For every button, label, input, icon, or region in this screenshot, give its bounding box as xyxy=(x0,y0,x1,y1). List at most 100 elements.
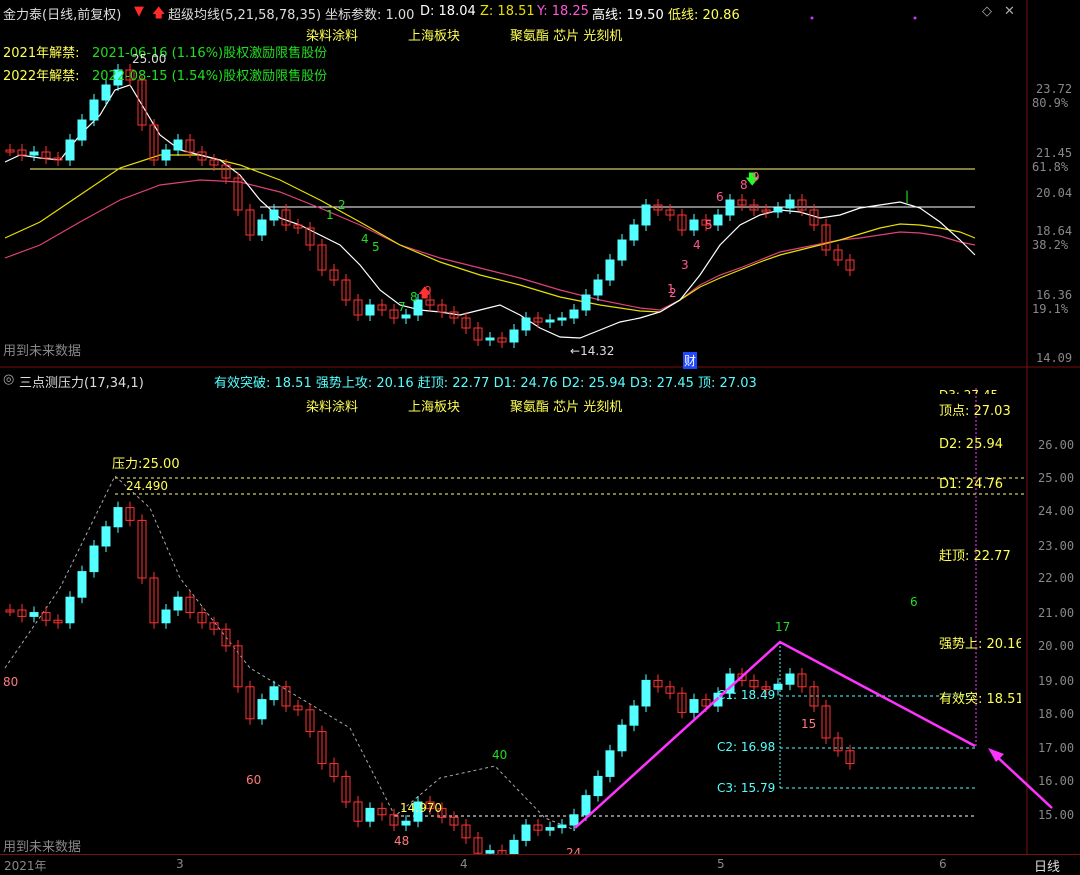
seq-number: 2 xyxy=(669,286,677,300)
seq-number: 8 xyxy=(410,290,418,304)
period-button[interactable]: 日线 xyxy=(1034,856,1060,875)
top-candles xyxy=(5,64,855,348)
candle-body xyxy=(77,119,87,141)
axis-price: 23.72 xyxy=(1036,82,1073,96)
candle-body xyxy=(509,329,519,343)
d1-label: D1: 24.76 xyxy=(939,477,1004,492)
bottom-indicator-chart[interactable] xyxy=(0,368,1080,854)
axis-price: 18.00 xyxy=(1038,707,1075,721)
seq-number: 6 xyxy=(716,190,724,204)
future-data-note: 用到未来数据 xyxy=(3,840,82,855)
lift-2022-label: 2022年解禁: xyxy=(3,69,80,84)
candle-body xyxy=(629,224,639,241)
axis-price: 20.00 xyxy=(1038,639,1075,653)
axis-price: 19.00 xyxy=(1038,674,1075,688)
concept-tag[interactable]: 染料涂料 xyxy=(306,396,358,415)
strong-attack-label: 强势上: 20.16 xyxy=(939,637,1021,652)
candle-body xyxy=(29,612,39,617)
c1-label: C1: 18.49 xyxy=(717,688,776,702)
count-label: 80 xyxy=(3,675,19,689)
axis-pct: 80.9% xyxy=(1032,96,1069,110)
seq-number: 5 xyxy=(705,218,713,232)
candle-body xyxy=(257,219,267,236)
candle-body xyxy=(641,204,651,226)
count-label: 48 xyxy=(394,834,410,848)
candle-body xyxy=(557,317,567,321)
candle-body xyxy=(485,850,495,854)
time-tick: 5 xyxy=(717,857,725,871)
d3-label: D3: 27.45 xyxy=(939,388,998,394)
candle-body xyxy=(617,239,627,261)
count-label: 24 xyxy=(566,846,582,854)
candle-body xyxy=(77,571,87,598)
candle-body xyxy=(629,705,639,726)
candle-body xyxy=(545,827,555,831)
count-label: 6 xyxy=(910,595,918,609)
axis-pct: 19.1% xyxy=(1032,302,1069,316)
axis-price: 21.00 xyxy=(1038,606,1075,620)
axis-price: 18.64 xyxy=(1036,224,1073,238)
candle-body xyxy=(557,824,567,829)
c3-label: C3: 15.79 xyxy=(717,781,776,795)
candle-body xyxy=(581,294,591,311)
axis-price: 16.00 xyxy=(1038,774,1075,788)
concept-tag[interactable]: 上海板块 xyxy=(408,25,460,44)
candle-body xyxy=(605,259,615,281)
candle-body xyxy=(65,596,75,624)
candle-body xyxy=(569,309,579,319)
breakthrough-label: 有效突: 18.51 xyxy=(939,692,1021,707)
candle-body xyxy=(785,199,795,209)
candle-body xyxy=(581,795,591,816)
time-tick: 2021年 xyxy=(4,859,47,873)
candle-body xyxy=(101,84,111,101)
time-tick: 3 xyxy=(176,857,184,871)
candle-body xyxy=(725,199,735,216)
low-marker-value: 14.32 xyxy=(580,344,615,358)
high-marker: 25.00 xyxy=(132,52,167,66)
seq-number: 4 xyxy=(361,232,369,246)
candle-body xyxy=(401,820,411,826)
concept-tag[interactable]: 上海板块 xyxy=(408,396,460,415)
concept-tag[interactable]: 聚氨酯 芯片 光刻机 xyxy=(510,25,622,44)
candle-body xyxy=(569,814,579,826)
time-tick: 6 xyxy=(939,857,947,871)
pressure-label: 压力:25.00 xyxy=(112,457,180,472)
candle-body xyxy=(173,139,183,151)
seq-number: 2 xyxy=(338,198,346,212)
candle-body xyxy=(689,699,699,713)
candle-body xyxy=(713,214,723,226)
candle-body xyxy=(545,319,555,323)
green-arrow-icon: | xyxy=(905,189,909,203)
lift-2021-text: 2021-06-16 (1.16%)股权激励限售股份 xyxy=(92,46,328,61)
time-axis[interactable]: 2021年 3 4 5 6 日线 xyxy=(0,854,1080,875)
axis-price: 14.09 xyxy=(1036,351,1073,365)
candle-body xyxy=(617,724,627,752)
gan-ding-label: 赶顶: 22.77 xyxy=(939,549,1011,564)
seq-number: 4 xyxy=(693,238,701,252)
axis-price: 17.00 xyxy=(1038,741,1075,755)
seq-number: 9 xyxy=(752,170,760,184)
candle-body xyxy=(521,824,531,841)
axis-pct: 38.2% xyxy=(1032,238,1069,252)
cai-badge[interactable]: 财 xyxy=(683,352,698,369)
candle-body xyxy=(65,139,75,161)
level-label: 14.970 xyxy=(400,801,442,815)
candle-body xyxy=(365,807,375,822)
candle-body xyxy=(89,99,99,121)
future-data-note: 用到未来数据 xyxy=(3,344,82,359)
candle-body xyxy=(101,526,111,547)
lift-2022-text: 2022-08-15 (1.54%)股权激励限售股份 xyxy=(92,69,328,84)
axis-price: 20.04 xyxy=(1036,186,1073,200)
candle-body xyxy=(509,839,519,854)
concept-tag[interactable]: 聚氨酯 芯片 光刻机 xyxy=(510,396,622,415)
low-marker: ←14.32 xyxy=(570,344,615,358)
lift-2021-label: 2021年解禁: xyxy=(3,46,80,61)
seq-number: 9 xyxy=(424,284,432,298)
count-label: 15 xyxy=(801,717,817,731)
concept-tag[interactable]: 染料涂料 xyxy=(306,25,358,44)
seq-number: 8 xyxy=(740,178,748,192)
seq-number: 1 xyxy=(326,208,334,222)
axis-price: 26.00 xyxy=(1038,438,1075,452)
axis-price: 15.00 xyxy=(1038,808,1075,822)
level-label: 24.490 xyxy=(126,479,168,493)
